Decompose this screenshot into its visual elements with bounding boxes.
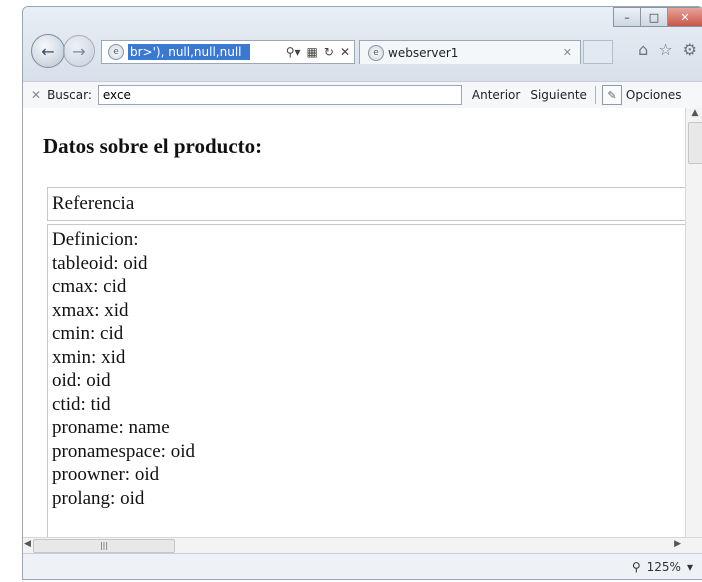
- scroll-right-icon[interactable]: ▶: [674, 539, 681, 549]
- address-bar[interactable]: e br>'), null,null,null ⚲▾ ▦ ↻ ✕: [101, 40, 355, 64]
- find-options-label: Opciones: [625, 88, 682, 102]
- scroll-left-icon[interactable]: ◀: [24, 539, 31, 549]
- definition-line: ctid: tid: [52, 393, 111, 415]
- tab-webserver1[interactable]: e webserver1 ✕: [359, 40, 581, 64]
- zoom-level: 125%: [646, 560, 681, 574]
- page-content: Datos sobre el producto: Referencia Defi…: [23, 108, 685, 537]
- find-bar: ✕ Buscar: Anterior Siguiente ✎ Opciones: [23, 81, 702, 109]
- definition-line: proname: name: [52, 417, 170, 438]
- definition-line: xmin: xid: [52, 346, 126, 368]
- browser-tools: ⌂ ☆ ⚙: [638, 40, 697, 59]
- find-previous-button[interactable]: Anterior: [472, 88, 520, 102]
- tab-close-icon[interactable]: ✕: [563, 46, 572, 59]
- column-header: Referencia: [47, 187, 685, 221]
- definition-line: xmax: xid: [52, 299, 129, 321]
- zoom-icon: ⚲: [631, 560, 641, 574]
- find-close-icon[interactable]: ✕: [31, 88, 41, 102]
- close-button[interactable]: ✕: [667, 7, 702, 27]
- compat-icon[interactable]: ▦: [307, 45, 318, 59]
- definition-line: cmin: cid: [52, 323, 124, 344]
- home-icon[interactable]: ⌂: [638, 40, 648, 59]
- zoom-control[interactable]: ⚲ 125% ▾: [632, 560, 693, 574]
- definition-line: tableoid: oid: [52, 252, 148, 274]
- title-bar: – □ ✕ ← → e br>'), null,null,null ⚲▾ ▦ ↻…: [23, 7, 702, 81]
- search-icon[interactable]: ⚲▾: [286, 45, 301, 59]
- page-heading: Datos sobre el producto:: [43, 134, 263, 158]
- horizontal-scrollbar[interactable]: ◀ ||| ▶: [23, 537, 702, 554]
- back-arrow-icon: ←: [41, 41, 55, 61]
- find-next-button[interactable]: Siguiente: [530, 88, 587, 102]
- definition-line: oid: oid: [52, 370, 111, 391]
- definition-line: Definicion:: [52, 229, 139, 250]
- maximize-button[interactable]: □: [640, 7, 668, 27]
- find-options-button[interactable]: ✎ Opciones: [601, 85, 682, 105]
- page-favicon-icon: e: [108, 44, 124, 60]
- definition-line: pronamespace: oid: [52, 440, 195, 462]
- definition-line: proowner: oid: [52, 464, 160, 485]
- status-bar: ⚲ 125% ▾: [23, 553, 702, 579]
- browser-window: – □ ✕ ← → e br>'), null,null,null ⚲▾ ▦ ↻…: [22, 6, 702, 580]
- find-label: Buscar:: [47, 88, 92, 102]
- back-button[interactable]: ←: [31, 34, 65, 68]
- star-icon[interactable]: ☆: [658, 40, 672, 59]
- divider: [594, 86, 596, 104]
- vertical-scroll-thumb[interactable]: [688, 122, 702, 164]
- minimize-button[interactable]: –: [613, 7, 641, 27]
- tab-favicon-icon: e: [368, 44, 384, 61]
- new-tab-button[interactable]: [583, 40, 613, 64]
- tab-title: webserver1: [388, 45, 459, 60]
- scroll-up-icon[interactable]: ▲: [686, 108, 702, 118]
- gear-icon[interactable]: ⚙: [683, 40, 697, 59]
- definition-line: prolang: oid: [52, 487, 145, 509]
- address-text[interactable]: br>'), null,null,null: [128, 44, 250, 60]
- vertical-scrollbar[interactable]: ▲: [685, 108, 702, 537]
- forward-arrow-icon: →: [72, 41, 86, 61]
- definition-cell: Definicion: tableoid: oid cmax: cid xmax…: [47, 224, 685, 537]
- find-input[interactable]: [97, 85, 462, 105]
- forward-button[interactable]: →: [63, 35, 95, 67]
- chevron-down-icon[interactable]: ▾: [687, 560, 693, 574]
- refresh-icon[interactable]: ↻: [324, 45, 334, 59]
- pencil-icon: ✎: [601, 85, 622, 105]
- stop-icon[interactable]: ✕: [340, 45, 350, 59]
- definition-line: cmax: cid: [52, 276, 127, 297]
- window-controls: – □ ✕: [613, 7, 702, 27]
- horizontal-scroll-thumb[interactable]: |||: [33, 539, 175, 553]
